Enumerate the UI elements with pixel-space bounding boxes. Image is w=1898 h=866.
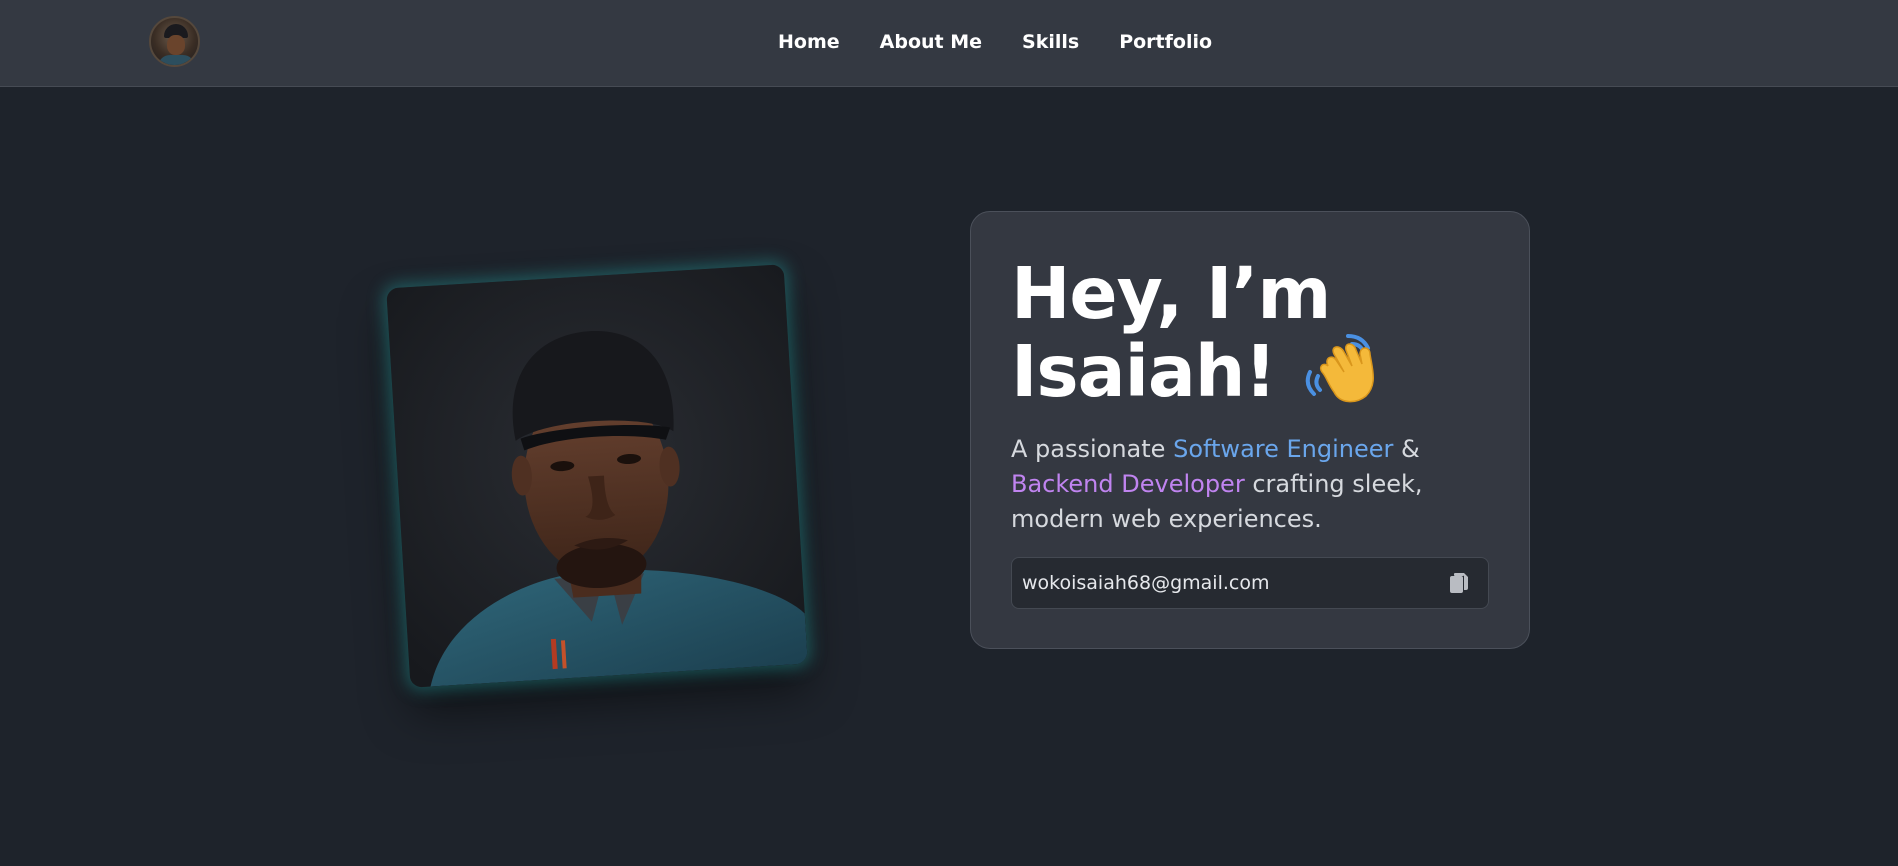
nav-avatar[interactable] (149, 16, 200, 67)
hero-title-line2: Isaiah! (1011, 330, 1277, 413)
desc-role-software-engineer: Software Engineer (1173, 435, 1394, 463)
desc-role-backend-developer: Backend Developer (1011, 470, 1245, 498)
email-box: wokoisaiah68@gmail.com (1011, 557, 1489, 609)
email-text: wokoisaiah68@gmail.com (1022, 572, 1270, 594)
nav-link-skills[interactable]: Skills (1022, 29, 1079, 55)
nav-links: Home About Me Skills Portfolio (778, 29, 1212, 55)
copy-icon[interactable] (1448, 571, 1470, 595)
nav-link-home[interactable]: Home (778, 29, 840, 55)
hero-description: A passionate Software Engineer & Backend… (1011, 432, 1501, 537)
nav-link-portfolio[interactable]: Portfolio (1119, 29, 1212, 55)
profile-photo (386, 264, 808, 688)
desc-prefix: A passionate (1011, 435, 1174, 463)
hero-card: Hey, I’m Isaiah! A passionate Software E… (970, 211, 1530, 649)
desc-amp: & (1393, 435, 1420, 463)
hero-title-line1: Hey, I’m (1011, 252, 1331, 335)
hero-title: Hey, I’m Isaiah! (1011, 256, 1489, 410)
nav-link-about-me[interactable]: About Me (880, 29, 982, 55)
waving-hand-icon (1305, 334, 1374, 403)
navbar: Home About Me Skills Portfolio (0, 0, 1898, 87)
